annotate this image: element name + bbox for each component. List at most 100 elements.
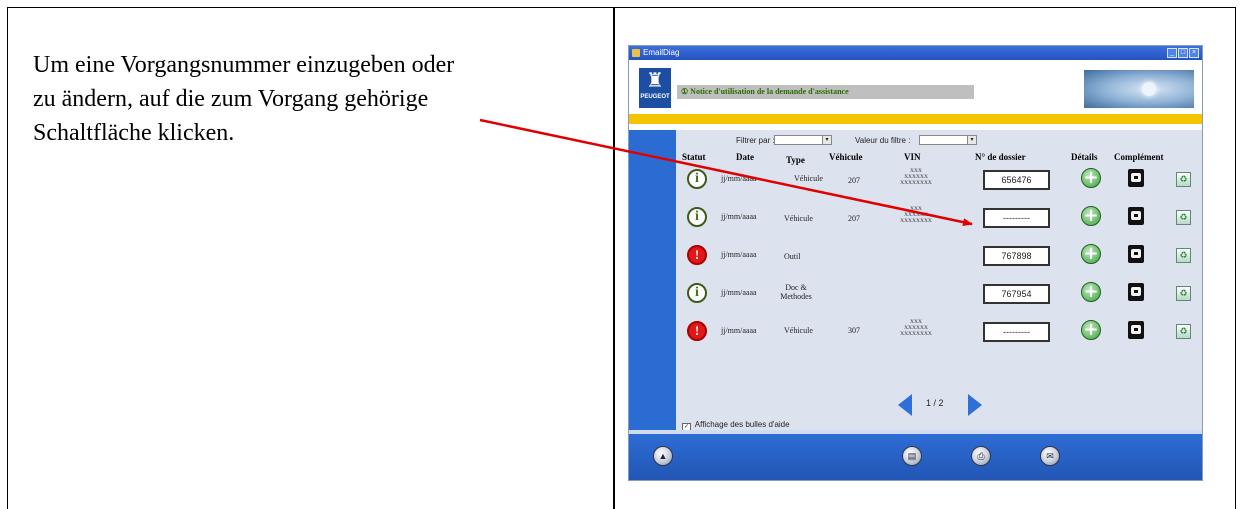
camera-icon[interactable]: [1128, 245, 1144, 263]
notice-link[interactable]: ① Notice d'utilisation de la demande d'a…: [677, 85, 974, 99]
peugeot-logo: ♜ PEUGEOT: [639, 68, 671, 108]
window-title: EmailDiag: [643, 48, 680, 57]
brand-label: PEUGEOT: [640, 94, 670, 100]
type-line: Doc &: [785, 283, 807, 292]
instruction-text: Um eine Vorgangsnummer einzugeben oder z…: [33, 48, 603, 150]
lion-icon: ♜: [646, 70, 664, 92]
col-details: Détails: [1071, 152, 1098, 162]
table-divider: [613, 7, 615, 509]
trash-icon[interactable]: ♻: [1176, 286, 1191, 301]
row-vehicule: 207: [848, 214, 860, 223]
dossier-number-button[interactable]: 767954: [983, 284, 1050, 304]
row-vin: XXX XXXXXX XXXXXXXX: [896, 168, 936, 186]
instruction-line-2: zu ändern, auf die zum Vorgang gehörige: [33, 86, 429, 112]
col-statut: Statut: [682, 152, 706, 162]
vin-line: XXXXXXXX: [900, 218, 932, 224]
print-button[interactable]: ⎙: [971, 446, 991, 466]
plus-icon[interactable]: +: [1081, 168, 1101, 188]
row-type: Outil: [784, 252, 801, 261]
bottom-toolbar: ▲ ▤ ⎙ ✉: [629, 430, 1202, 480]
dropdown-arrow-icon: ▾: [822, 136, 831, 144]
row-date: jj/mm/aaaa: [721, 174, 757, 183]
window-titlebar: EmailDiag _ □ ×: [629, 46, 1202, 60]
table-row: i jj/mm/aaaa Véhicule 207 XXX XXXXXX XXX…: [676, 167, 1202, 203]
instruction-line-1: Um eine Vorgangsnummer einzugeben oder: [33, 52, 455, 78]
vin-line: XXXXXXXX: [900, 331, 932, 337]
row-vehicule: 207: [848, 176, 860, 185]
app-header: ♜ PEUGEOT ① Notice d'utilisation de la d…: [629, 60, 1202, 114]
table-row: i jj/mm/aaaa Véhicule 207 XXX XXXXXX XXX…: [676, 205, 1202, 241]
vin-line: XXXXXXXX: [900, 180, 932, 186]
left-column: [629, 130, 676, 430]
plus-icon[interactable]: +: [1081, 320, 1101, 340]
request-list: Filtrer par : ▾ Valeur du filtre : ▾ Sta…: [676, 130, 1202, 432]
row-date: jj/mm/aaaa: [721, 288, 757, 297]
row-vin: XXX XXXXXX XXXXXXXX: [896, 206, 936, 224]
info-icon[interactable]: i: [687, 283, 707, 303]
next-page-icon[interactable]: [968, 394, 982, 416]
yellow-band: [629, 114, 1202, 124]
new-request-button[interactable]: ✉: [1040, 446, 1060, 466]
info-icon[interactable]: i: [687, 207, 707, 227]
col-dossier: N° de dossier: [975, 152, 1026, 162]
table-row: i jj/mm/aaaa Doc & Methodes 767954 + ♻: [676, 281, 1202, 317]
row-date: jj/mm/aaaa: [721, 250, 757, 259]
camera-icon[interactable]: [1128, 283, 1144, 301]
camera-icon[interactable]: [1128, 321, 1144, 339]
pagination: 1 / 2: [898, 392, 988, 418]
trash-icon[interactable]: ♻: [1176, 324, 1191, 339]
plus-icon[interactable]: +: [1081, 282, 1101, 302]
filter-value-select[interactable]: ▾: [919, 135, 977, 145]
row-type: Véhicule: [794, 174, 823, 183]
filter-by-select[interactable]: ▾: [774, 135, 832, 145]
row-date: jj/mm/aaaa: [721, 326, 757, 335]
header-banner: [1084, 70, 1194, 108]
table-row: ! jj/mm/aaaa Véhicule 307 XXX XXXXXX XXX…: [676, 319, 1202, 355]
row-date: jj/mm/aaaa: [721, 212, 757, 221]
instruction-line-3: Schaltfläche klicken.: [33, 120, 235, 146]
filter-value-label: Valeur du filtre :: [855, 136, 911, 145]
maximize-button[interactable]: □: [1178, 48, 1188, 58]
trash-icon[interactable]: ♻: [1176, 172, 1191, 187]
trash-icon[interactable]: ♻: [1176, 210, 1191, 225]
col-vin: VIN: [904, 152, 921, 162]
warning-icon[interactable]: !: [687, 245, 707, 265]
info-icon[interactable]: i: [687, 169, 707, 189]
filter-row: Filtrer par : ▾ Valeur du filtre : ▾: [676, 135, 1202, 147]
table-row: ! jj/mm/aaaa Outil 767898 + ♻: [676, 243, 1202, 279]
camera-icon[interactable]: [1128, 169, 1144, 187]
export-button[interactable]: ▤: [902, 446, 922, 466]
notice-label: Notice d'utilisation de la demande d'ass…: [690, 87, 849, 96]
row-type: Doc & Methodes: [776, 283, 816, 301]
camera-icon[interactable]: [1128, 207, 1144, 225]
plus-icon[interactable]: +: [1081, 206, 1101, 226]
help-bubbles-label: Affichage des bulles d'aide: [694, 420, 790, 429]
dropdown-arrow-icon: ▾: [967, 136, 976, 144]
minimize-button[interactable]: _: [1167, 48, 1177, 58]
dossier-number-button[interactable]: ---------: [983, 208, 1050, 228]
row-type: Véhicule: [784, 214, 813, 223]
previous-page-icon[interactable]: [898, 394, 912, 416]
filter-by-label: Filtrer par :: [736, 136, 775, 145]
col-type: Type: [786, 155, 805, 165]
warning-icon[interactable]: !: [687, 321, 707, 341]
window-controls: _ □ ×: [1167, 48, 1199, 58]
notice-icon: ①: [681, 87, 689, 96]
emaildiag-window: EmailDiag _ □ × ♜ PEUGEOT ① Notice d'uti…: [628, 45, 1203, 481]
app-icon: [632, 49, 640, 57]
row-vehicule: 307: [848, 326, 860, 335]
col-date: Date: [736, 152, 754, 162]
page-indicator: 1 / 2: [926, 398, 944, 408]
row-vin: XXX XXXXXX XXXXXXXX: [896, 319, 936, 337]
home-button[interactable]: ▲: [653, 446, 673, 466]
trash-icon[interactable]: ♻: [1176, 248, 1191, 263]
type-line: Methodes: [780, 292, 812, 301]
row-type: Véhicule: [784, 326, 813, 335]
col-complement: Complément: [1114, 152, 1164, 162]
dossier-number-button[interactable]: 656476: [983, 170, 1050, 190]
dossier-number-button[interactable]: 767898: [983, 246, 1050, 266]
close-button[interactable]: ×: [1189, 48, 1199, 58]
col-vehicule: Véhicule: [829, 152, 863, 162]
dossier-number-button[interactable]: ---------: [983, 322, 1050, 342]
plus-icon[interactable]: +: [1081, 244, 1101, 264]
